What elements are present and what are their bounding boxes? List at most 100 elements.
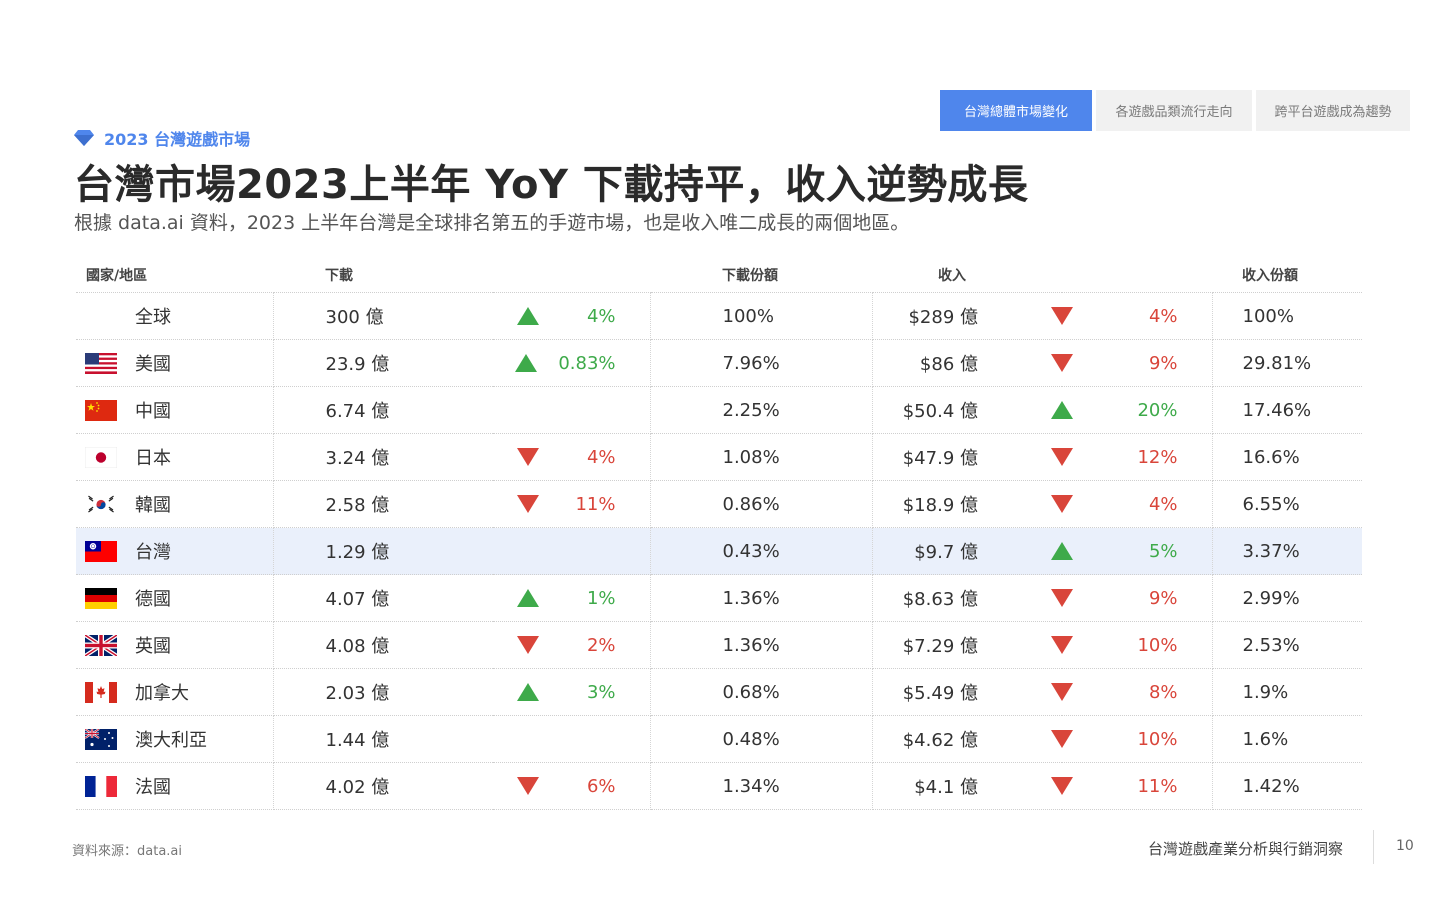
header-downloads: 下載 [273,258,493,293]
header-revenue: 收入 [872,258,1062,293]
download-share-cell: 2.25% [650,386,873,434]
up-arrow-icon [517,589,539,607]
country-name: 加拿大 [135,683,189,704]
page-number: 10 [1396,838,1414,854]
header-revenue-share: 收入份額 [1212,258,1362,293]
download-change-cell [493,386,651,434]
flag-fr-icon [85,775,117,797]
downloads-cell: 1.29 億 [273,527,493,575]
download-change-value: 6% [586,775,616,797]
table-row: 美國 23.9 億 0.83% 7.96% $86 億 9% 29.81% [76,339,1362,387]
revenue-change-value: 11% [1137,775,1178,797]
country-cell: 法國 [76,762,274,810]
revenue-change-value: 8% [1148,681,1178,703]
flag-au-icon [85,728,117,750]
revenue-change-cell: 5% [1051,527,1213,575]
revenue-share-cell: 3.37% [1212,527,1362,575]
flag-tw-icon [85,540,117,562]
download-share-cell: 1.34% [650,762,873,810]
revenue-change-value: 10% [1137,634,1178,656]
downloads-cell: 4.07 億 [273,574,493,622]
page-title: 台灣市場2023上半年 YoY 下載持平，收入逆勢成長 [74,162,1029,208]
downloads-cell: 2.03 億 [273,668,493,716]
down-arrow-icon [1051,730,1073,748]
flag-kr-icon [85,493,117,515]
table-row: 加拿大 2.03 億 3% 0.68% $5.49 億 8% 1.9% [76,668,1362,716]
revenue-change-cell: 9% [1051,339,1213,387]
revenue-change-value: 4% [1148,493,1178,515]
revenue-change-cell: 20% [1051,386,1213,434]
downloads-cell: 6.74 億 [273,386,493,434]
download-change-value: 0.83% [558,352,616,374]
download-change-cell: 2% [493,621,651,669]
flag-de-icon [85,587,117,609]
downloads-cell: 4.02 億 [273,762,493,810]
down-arrow-icon [1051,354,1073,372]
download-change-value: 4% [586,305,616,327]
download-change-cell: 1% [493,574,651,622]
country-name: 韓國 [135,495,171,516]
country-cell: 德國 [76,574,274,622]
download-share-cell: 0.68% [650,668,873,716]
downloads-cell: 1.44 億 [273,715,493,763]
up-arrow-icon [514,354,537,372]
revenue-change-cell: 11% [1051,762,1213,810]
download-share-cell: 100% [650,292,873,340]
download-change-cell: 0.83% [493,339,651,387]
revenue-change-value: 4% [1148,305,1178,327]
country-name: 德國 [135,589,171,610]
revenue-share-cell: 1.42% [1212,762,1362,810]
download-change-value: 4% [586,446,616,468]
download-change-cell: 3% [493,668,651,716]
down-arrow-icon [1051,589,1073,607]
revenue-share-cell: 2.99% [1212,574,1362,622]
downloads-cell: 2.58 億 [273,480,493,528]
download-change-cell: 4% [493,292,651,340]
revenue-share-cell: 16.6% [1212,433,1362,481]
country-cell: 澳大利亞 [76,715,274,763]
down-arrow-icon [517,448,539,466]
revenue-change-value: 20% [1137,399,1178,421]
revenue-share-cell: 1.6% [1212,715,1362,763]
up-arrow-icon [1051,401,1073,419]
download-change-value: 2% [586,634,616,656]
tab-cross-platform-trend[interactable]: 跨平台遊戲成為趨勢 [1256,90,1410,131]
down-arrow-icon [1051,777,1073,795]
revenue-change-value: 5% [1148,540,1178,562]
table-row: 法國 4.02 億 6% 1.34% $4.1 億 11% 1.42% [76,762,1362,810]
table-row: 澳大利亞 1.44 億 0.48% $4.62 億 10% 1.6% [76,715,1362,763]
revenue-share-cell: 17.46% [1212,386,1362,434]
footer-source: 資料來源：data.ai [72,844,182,859]
country-name: 台灣 [135,542,171,563]
down-arrow-icon [1051,683,1073,701]
header-download-change-spacer [493,258,650,293]
tab-taiwan-market-overview[interactable]: 台灣總體市場變化 [940,90,1092,131]
header-download-share: 下載份額 [650,258,872,293]
download-share-cell: 1.08% [650,433,873,481]
download-share-cell: 0.86% [650,480,873,528]
table-row: 英國 4.08 億 2% 1.36% $7.29 億 10% 2.53% [76,621,1362,669]
down-arrow-icon [517,777,539,795]
header-revenue-change-spacer [1062,258,1212,293]
down-arrow-icon [517,495,539,513]
download-change-cell: 4% [493,433,651,481]
footer-brand: 台灣遊戲產業分析與行銷洞察 [1148,840,1344,858]
revenue-change-cell: 4% [1051,292,1213,340]
download-change-value: 3% [586,681,616,703]
down-arrow-icon [517,636,539,654]
downloads-cell: 23.9 億 [273,339,493,387]
revenue-share-cell: 1.9% [1212,668,1362,716]
footer-divider [1373,830,1374,864]
country-cell: 日本 [76,433,274,481]
downloads-cell: 4.08 億 [273,621,493,669]
flag-us-icon [85,352,117,374]
header-country: 國家/地區 [76,258,273,293]
revenue-change-cell: 10% [1051,621,1213,669]
down-arrow-icon [1051,307,1073,325]
table-row: 全球 300 億 4% 100% $289 億 4% 100% [76,292,1362,340]
tab-game-genre-trends[interactable]: 各遊戲品類流行走向 [1096,90,1252,131]
flag-jp-icon [85,446,117,468]
up-arrow-icon [517,683,539,701]
revenue-change-cell: 10% [1051,715,1213,763]
country-cell: 中國 [76,386,274,434]
